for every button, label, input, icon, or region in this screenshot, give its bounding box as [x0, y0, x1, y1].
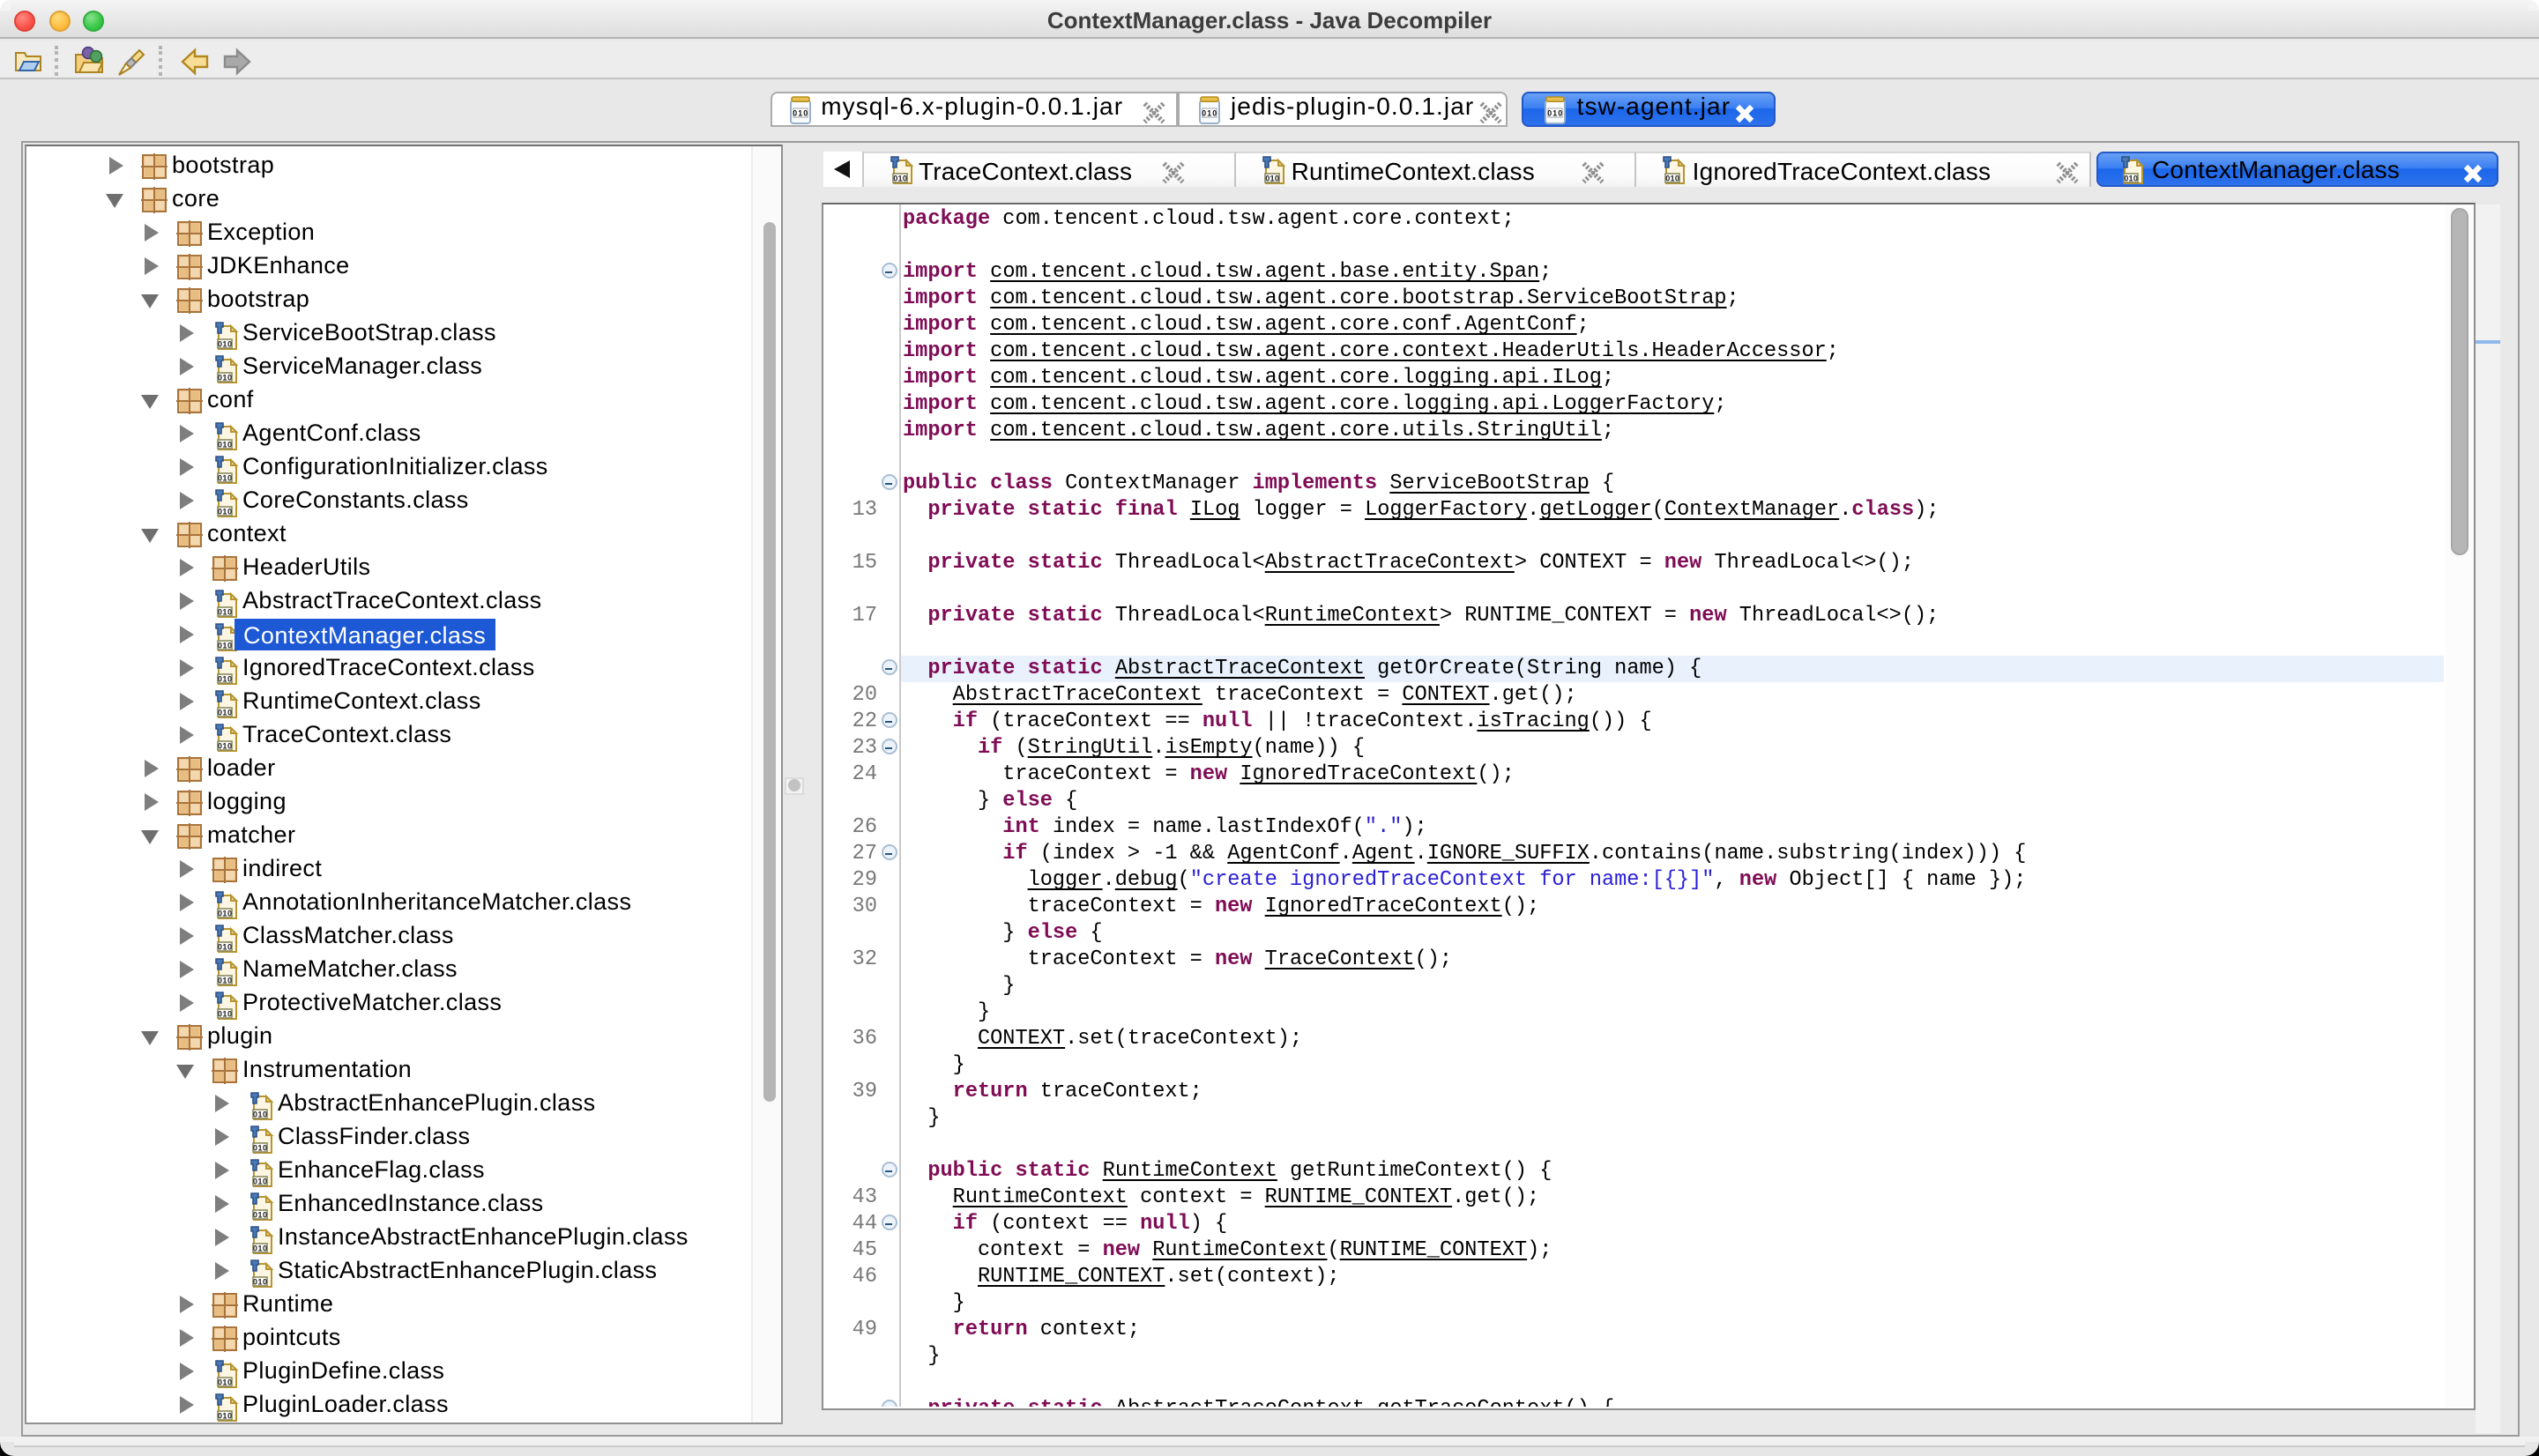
svg-text:010: 010: [253, 1142, 268, 1151]
svg-text:010: 010: [253, 1176, 268, 1185]
svg-text:010: 010: [253, 1209, 268, 1218]
svg-text:010: 010: [893, 174, 907, 182]
svg-text:010: 010: [253, 1243, 268, 1252]
svg-text:010: 010: [218, 1377, 233, 1385]
svg-text:010: 010: [1665, 174, 1679, 182]
svg-text:010: 010: [253, 1109, 268, 1118]
svg-text:010: 010: [253, 1276, 268, 1285]
svg-text:010: 010: [218, 1008, 233, 1017]
svg-text:010: 010: [2124, 174, 2138, 182]
svg-text:010: 010: [218, 372, 233, 381]
svg-text:010: 010: [218, 606, 233, 615]
svg-text:010: 010: [218, 640, 233, 649]
svg-text:010: 010: [218, 740, 233, 749]
svg-text:010: 010: [218, 941, 233, 950]
svg-text:010: 010: [218, 338, 233, 347]
svg-text:010: 010: [218, 908, 233, 917]
svg-text:010: 010: [1264, 174, 1278, 182]
svg-text:010: 010: [1548, 108, 1564, 117]
svg-text:010: 010: [218, 673, 233, 682]
svg-text:010: 010: [218, 472, 233, 481]
svg-text:010: 010: [793, 108, 808, 117]
svg-text:010: 010: [1202, 108, 1217, 117]
svg-text:010: 010: [218, 439, 233, 448]
svg-text:010: 010: [218, 1410, 233, 1419]
svg-text:010: 010: [218, 506, 233, 515]
svg-text:010: 010: [218, 707, 233, 716]
svg-text:010: 010: [218, 975, 233, 984]
